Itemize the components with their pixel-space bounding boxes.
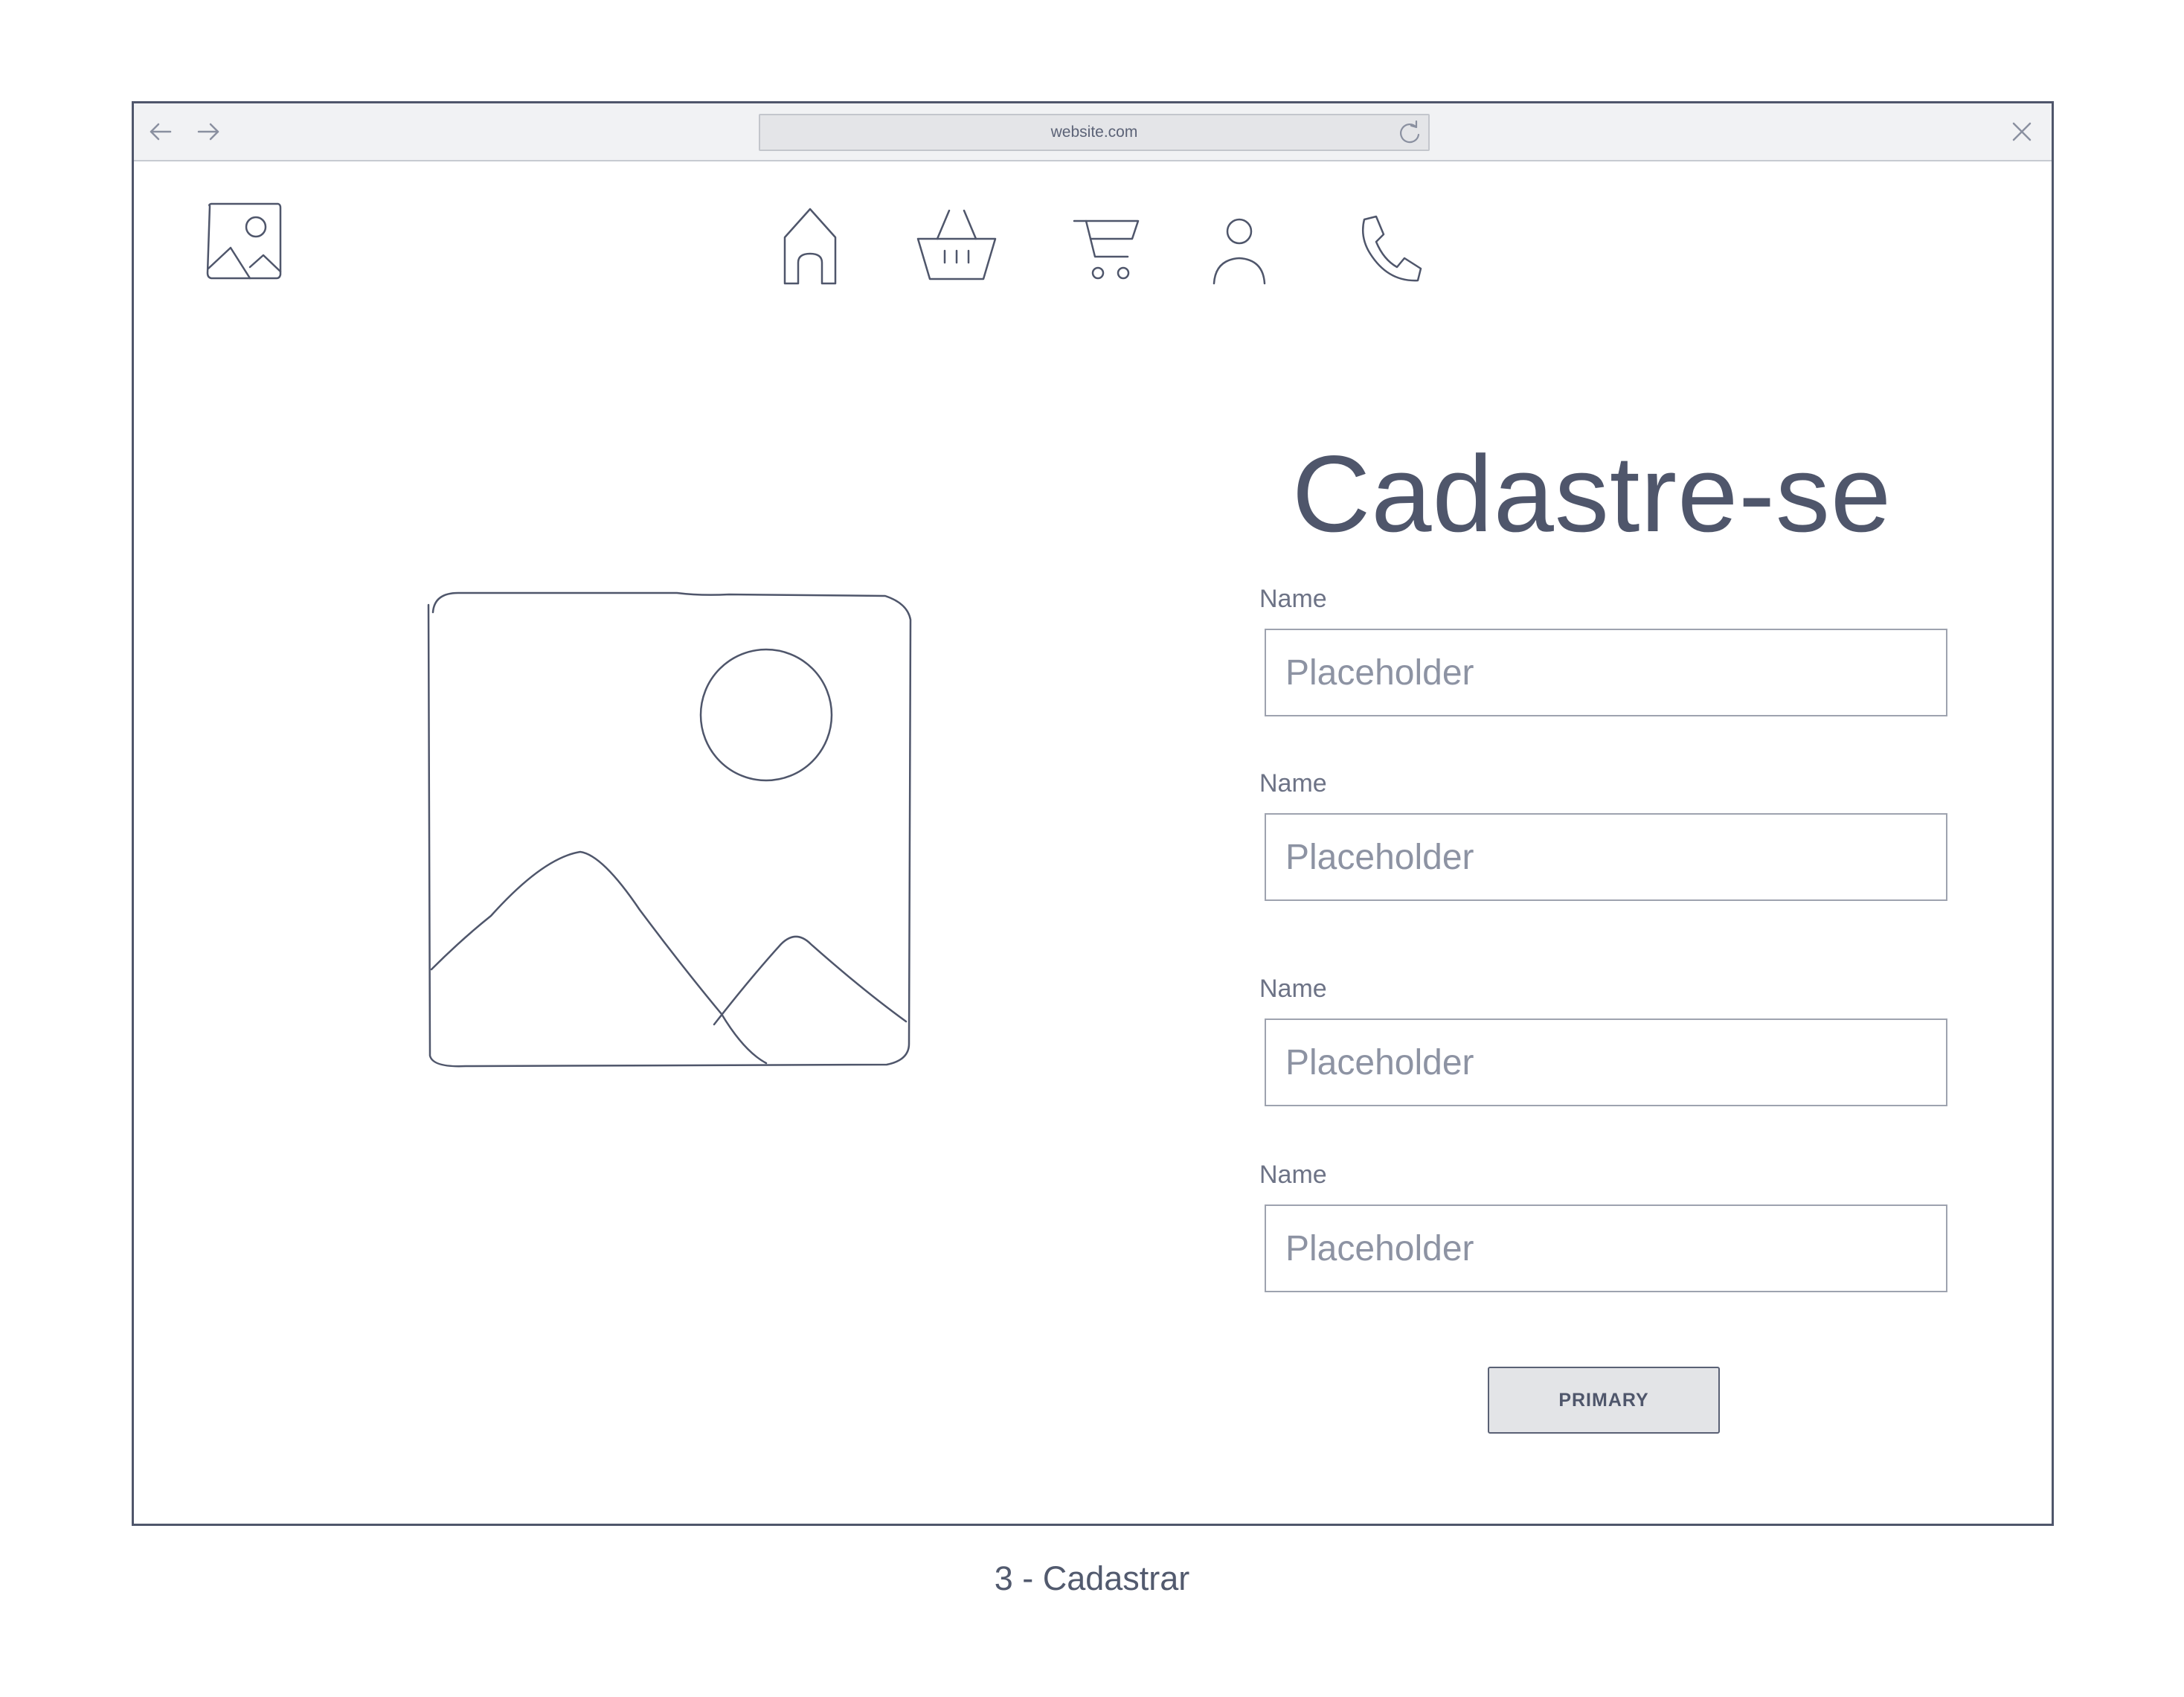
basket-icon[interactable]	[915, 199, 998, 288]
home-icon[interactable]	[768, 199, 852, 288]
hero-image-placeholder-icon	[424, 590, 915, 1081]
frame-caption: 3 - Cadastrar	[994, 1559, 1190, 1597]
browser-toolbar: website.com	[134, 103, 2052, 161]
browser-window: website.com Cadastre-se Name Placeholder…	[132, 101, 2054, 1526]
url-text: website.com	[1050, 123, 1138, 141]
name-field-label: Name	[1259, 585, 1327, 613]
name-field-3[interactable]	[1265, 1018, 1947, 1106]
phone-icon[interactable]	[1343, 199, 1427, 288]
reload-icon[interactable]	[1395, 118, 1424, 147]
page-title: Cadastre-se	[1291, 433, 1892, 554]
user-icon[interactable]	[1198, 199, 1281, 288]
address-bar[interactable]: website.com	[759, 114, 1430, 151]
primary-button[interactable]: PRIMARY	[1488, 1367, 1720, 1434]
logo-image-placeholder-icon[interactable]	[205, 202, 283, 280]
name-field-4[interactable]	[1265, 1204, 1947, 1292]
cart-icon[interactable]	[1064, 199, 1147, 288]
name-field-label: Name	[1259, 769, 1327, 798]
name-field-1[interactable]	[1265, 629, 1947, 716]
name-field-2[interactable]	[1265, 813, 1947, 901]
arrow-right-icon[interactable]	[193, 117, 223, 147]
name-field-label: Name	[1259, 975, 1327, 1003]
arrow-left-icon[interactable]	[146, 117, 176, 147]
close-icon[interactable]	[2007, 117, 2037, 147]
name-field-label: Name	[1259, 1161, 1327, 1189]
